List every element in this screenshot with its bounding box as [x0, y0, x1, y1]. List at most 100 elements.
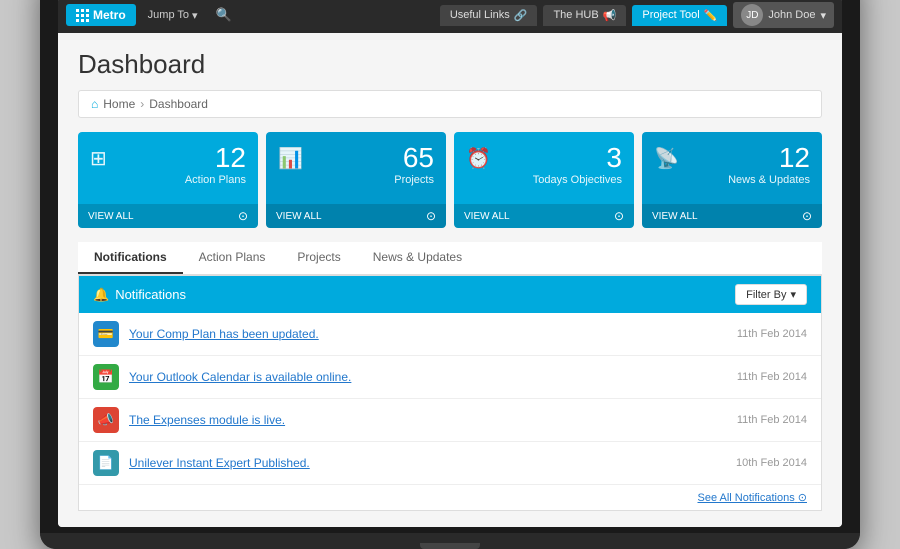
metro-button[interactable]: Metro	[66, 4, 136, 26]
news-card-top: 📡 12 News & Updates	[642, 132, 822, 204]
notif-row-0: 💳 Your Comp Plan has been updated. 11th …	[79, 313, 821, 356]
home-icon: ⌂	[91, 97, 98, 111]
see-all-label: See All Notifications	[698, 492, 795, 504]
section-tabs: Notifications Action Plans Projects News…	[78, 242, 822, 275]
notifications-title: Notifications	[115, 287, 186, 302]
news-arrow-icon: ⊙	[802, 209, 812, 223]
objectives-card[interactable]: ⏰ 3 Todays Objectives VIEW ALL ⊙	[454, 132, 634, 228]
user-menu[interactable]: JD John Doe ▾	[733, 2, 834, 28]
breadcrumb: ⌂ Home › Dashboard	[78, 90, 822, 118]
projects-label: Projects	[311, 174, 434, 186]
tab-action-plans[interactable]: Action Plans	[183, 242, 282, 274]
screen: Metro Jump To ▾ 🔍 Useful Links 🔗 The HUB…	[58, 0, 842, 527]
notif-date-3: 10th Feb 2014	[736, 457, 807, 469]
see-all-notifications[interactable]: See All Notifications ⊙	[79, 485, 821, 510]
news-icon: 📡	[654, 146, 679, 171]
action-plans-card-top: ⊞ 12 Action Plans	[78, 132, 258, 204]
project-tool-tab[interactable]: Project Tool ✏️	[632, 5, 727, 26]
action-plans-icon: ⊞	[90, 146, 107, 171]
stat-cards: ⊞ 12 Action Plans VIEW ALL ⊙ 📊	[78, 132, 822, 228]
notif-text-2[interactable]: The Expenses module is live.	[129, 413, 727, 427]
bell-icon: 🔔	[93, 287, 109, 303]
objectives-number: 3	[499, 144, 622, 172]
avatar: JD	[741, 4, 763, 26]
notif-icon-2: 📣	[93, 407, 119, 433]
objectives-arrow-icon: ⊙	[614, 209, 624, 223]
objectives-view-all-label: VIEW ALL	[464, 211, 510, 222]
link-icon: 🔗	[514, 9, 528, 22]
notif-icon-3: 📄	[93, 450, 119, 476]
objectives-view-all[interactable]: VIEW ALL ⊙	[454, 204, 634, 228]
breadcrumb-separator: ›	[140, 97, 144, 111]
notif-date-0: 11th Feb 2014	[737, 328, 807, 340]
action-plans-arrow-icon: ⊙	[238, 209, 248, 223]
notif-row-2: 📣 The Expenses module is live. 11th Feb …	[79, 399, 821, 442]
news-label: News & Updates	[687, 174, 810, 186]
objectives-card-top: ⏰ 3 Todays Objectives	[454, 132, 634, 204]
action-plans-number: 12	[115, 144, 246, 172]
news-card[interactable]: 📡 12 News & Updates VIEW ALL ⊙	[642, 132, 822, 228]
top-nav: Metro Jump To ▾ 🔍 Useful Links 🔗 The HUB…	[58, 0, 842, 33]
tab-news-updates[interactable]: News & Updates	[357, 242, 478, 274]
action-plans-info: 12 Action Plans	[115, 144, 246, 186]
page-content: Dashboard ⌂ Home › Dashboard ⊞ 12 Action…	[58, 33, 842, 527]
news-number: 12	[687, 144, 810, 172]
notif-row-1: 📅 Your Outlook Calendar is available onl…	[79, 356, 821, 399]
projects-icon: 📊	[278, 146, 303, 171]
useful-links-label: Useful Links	[450, 9, 510, 21]
chevron-down-icon: ▾	[192, 9, 198, 22]
notif-icon-1: 📅	[93, 364, 119, 390]
metro-label: Metro	[93, 8, 126, 22]
breadcrumb-current: Dashboard	[149, 97, 208, 111]
notifications-panel: 🔔 Notifications Filter By ▾ 💳 Your Comp …	[78, 275, 822, 511]
hub-label: The HUB	[553, 9, 598, 21]
filter-by-button[interactable]: Filter By ▾	[735, 284, 807, 305]
projects-info: 65 Projects	[311, 144, 434, 186]
edit-icon: ✏️	[704, 9, 718, 22]
user-name: John Doe	[768, 9, 815, 21]
the-hub-tab[interactable]: The HUB 📢	[543, 5, 626, 26]
news-view-all-label: VIEW ALL	[652, 211, 698, 222]
notif-text-0[interactable]: Your Comp Plan has been updated.	[129, 327, 727, 341]
notif-text-3[interactable]: Unilever Instant Expert Published.	[129, 456, 726, 470]
action-plans-view-all-label: VIEW ALL	[88, 211, 134, 222]
action-plans-view-all[interactable]: VIEW ALL ⊙	[78, 204, 258, 228]
action-plans-label: Action Plans	[115, 174, 246, 186]
tab-notifications[interactable]: Notifications	[78, 242, 183, 274]
notif-date-2: 11th Feb 2014	[737, 414, 807, 426]
projects-number: 65	[311, 144, 434, 172]
objectives-info: 3 Todays Objectives	[499, 144, 622, 186]
projects-view-all[interactable]: VIEW ALL ⊙	[266, 204, 446, 228]
grid-icon	[76, 9, 88, 21]
hub-icon: 📢	[603, 9, 617, 22]
useful-links-tab[interactable]: Useful Links 🔗	[440, 5, 538, 26]
filter-chevron-icon: ▾	[790, 288, 796, 301]
notifications-header-left: 🔔 Notifications	[93, 287, 186, 303]
breadcrumb-home: Home	[103, 97, 135, 111]
jump-to-button[interactable]: Jump To ▾	[142, 5, 204, 26]
tab-projects[interactable]: Projects	[281, 242, 356, 274]
jump-to-label: Jump To	[148, 9, 189, 21]
action-plans-card[interactable]: ⊞ 12 Action Plans VIEW ALL ⊙	[78, 132, 258, 228]
notifications-header: 🔔 Notifications Filter By ▾	[79, 276, 821, 313]
filter-label: Filter By	[746, 289, 786, 301]
page-title: Dashboard	[78, 49, 822, 80]
notif-row-3: 📄 Unilever Instant Expert Published. 10t…	[79, 442, 821, 485]
notif-icon-0: 💳	[93, 321, 119, 347]
laptop-frame: Metro Jump To ▾ 🔍 Useful Links 🔗 The HUB…	[40, 0, 860, 549]
notif-date-1: 11th Feb 2014	[737, 371, 807, 383]
projects-card-top: 📊 65 Projects	[266, 132, 446, 204]
objectives-label: Todays Objectives	[499, 174, 622, 186]
user-chevron-icon: ▾	[820, 9, 826, 22]
news-info: 12 News & Updates	[687, 144, 810, 186]
project-tool-label: Project Tool	[642, 9, 699, 21]
projects-card[interactable]: 📊 65 Projects VIEW ALL ⊙	[266, 132, 446, 228]
notif-text-1[interactable]: Your Outlook Calendar is available onlin…	[129, 370, 727, 384]
objectives-icon: ⏰	[466, 146, 491, 171]
projects-arrow-icon: ⊙	[426, 209, 436, 223]
news-view-all[interactable]: VIEW ALL ⊙	[642, 204, 822, 228]
search-button[interactable]: 🔍	[210, 3, 238, 27]
laptop-base	[40, 533, 860, 549]
projects-view-all-label: VIEW ALL	[276, 211, 322, 222]
see-all-icon: ⊙	[798, 492, 807, 504]
